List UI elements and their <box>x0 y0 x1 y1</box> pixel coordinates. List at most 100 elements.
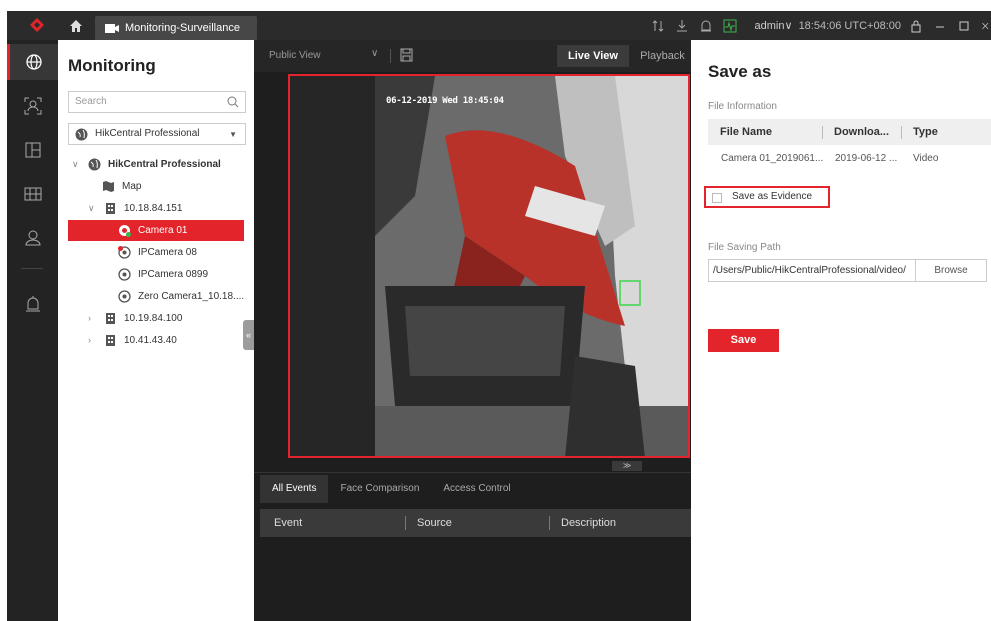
globe-icon <box>26 54 42 70</box>
user-name: admin <box>754 20 785 32</box>
tree-node-area-2[interactable]: › 10.19.84.100 <box>72 308 252 329</box>
close-icon[interactable] <box>981 19 991 33</box>
tab-face-comparison[interactable]: Face Comparison <box>328 475 431 503</box>
rail-item-grid[interactable] <box>7 176 58 212</box>
tree-node-area-3[interactable]: › 10.41.43.40 <box>72 330 252 351</box>
file-table-row[interactable]: Camera 01_2019061... 2019-06-12 ... Vide… <box>708 147 991 171</box>
expand-events-button[interactable]: ≫ <box>612 461 642 471</box>
rail-item-layout[interactable] <box>7 132 58 168</box>
tree-node-label: 10.41.43.40 <box>124 335 177 346</box>
saving-path-field[interactable]: /Users/Public/HikCentralProfessional/vid… <box>708 259 915 282</box>
chevron-down-icon[interactable]: ∨ <box>88 198 98 219</box>
browse-button[interactable]: Browse <box>915 259 987 282</box>
column-header-source[interactable]: Source <box>417 509 452 537</box>
save-view-icon[interactable] <box>400 48 413 62</box>
file-information-label: File Information <box>708 101 777 112</box>
chevron-down-icon: ▼ <box>229 130 237 139</box>
building-icon <box>106 203 115 214</box>
alarm-bell-icon[interactable] <box>699 19 713 33</box>
chevron-down-icon[interactable]: ∨ <box>72 154 82 175</box>
user-menu[interactable]: admin∨ <box>755 19 793 32</box>
view-selector[interactable]: Public View <box>269 50 321 61</box>
camera-icon <box>118 246 131 259</box>
tree-node-label: Map <box>122 181 142 192</box>
download-icon[interactable] <box>675 19 689 33</box>
tree-node-label: IPCamera 08 <box>138 247 197 258</box>
rail-item-face[interactable] <box>7 88 58 124</box>
user-caret: ∨ <box>784 20 793 32</box>
events-table-header: Event Source Description <box>260 509 691 537</box>
search-input[interactable]: Search <box>68 91 246 113</box>
title-bar: Monitoring-Surveillance admin∨ 18:54:06 … <box>7 11 991 40</box>
camera-video-feed <box>375 76 688 456</box>
lock-icon[interactable] <box>909 19 923 33</box>
tab-monitoring-surveillance[interactable]: Monitoring-Surveillance <box>95 16 257 40</box>
search-icon[interactable] <box>227 96 239 108</box>
chevron-right-icon[interactable]: › <box>88 330 98 351</box>
chevron-down-icon[interactable]: ∨ <box>371 48 378 59</box>
tab-all-events[interactable]: All Events <box>260 475 329 503</box>
column-header-file-name[interactable]: File Name <box>720 119 772 145</box>
tree-node-label: 10.18.84.151 <box>124 203 183 214</box>
tree-node-camera-01[interactable]: Camera 01 <box>68 220 244 241</box>
file-name-cell: Camera 01_2019061... <box>721 153 824 164</box>
save-button[interactable]: Save <box>708 329 779 352</box>
column-header-download[interactable]: Downloa... <box>834 119 889 145</box>
site-selector-value: HikCentral Professional <box>95 128 200 139</box>
home-icon[interactable] <box>69 19 83 33</box>
tree-node-label: Camera 01 <box>138 225 188 236</box>
save-as-evidence-checkbox[interactable] <box>712 193 722 203</box>
transfer-icon[interactable] <box>651 19 665 33</box>
tree-node-map[interactable]: Map <box>72 176 252 197</box>
chevron-down-icon: ≫ <box>622 461 632 470</box>
save-as-evidence-option[interactable]: Save as Evidence <box>704 186 830 208</box>
collapse-panel-button[interactable]: « <box>243 320 254 350</box>
camera-icon <box>119 225 131 237</box>
file-saving-path-label: File Saving Path <box>708 242 781 253</box>
chevron-right-icon[interactable]: › <box>88 308 98 329</box>
tree-node-ipcamera-0899[interactable]: IPCamera 0899 <box>72 264 252 285</box>
maximize-icon[interactable] <box>957 19 971 33</box>
tree-node-label: Zero Camera1_10.18.... <box>138 291 245 302</box>
tab-label: Monitoring-Surveillance <box>125 22 240 34</box>
file-download-cell: 2019-06-12 ... <box>835 153 898 164</box>
file-type-cell: Video <box>913 153 939 164</box>
camera-icon <box>118 290 131 303</box>
tab-access-control[interactable]: Access Control <box>431 475 522 503</box>
column-header-description[interactable]: Description <box>561 509 616 537</box>
column-header-type[interactable]: Type <box>913 119 938 145</box>
resource-panel: Monitoring Search HikCentral Professiona… <box>58 40 254 621</box>
tree-node-area-1[interactable]: ∨ 10.18.84.151 <box>72 198 252 219</box>
tree-node-label: IPCamera 0899 <box>138 269 209 280</box>
app-logo-icon <box>30 18 44 32</box>
live-view-toolbar: Public View ∨ Live View Playback <box>254 40 691 72</box>
building-icon <box>106 313 115 324</box>
tree-node-ipcamera-08[interactable]: IPCamera 08 <box>72 242 252 263</box>
tree-node-zero-camera[interactable]: Zero Camera1_10.18.... <box>72 286 252 307</box>
tree-node-label: 10.19.84.100 <box>124 313 183 324</box>
save-as-dialog: Save as File Information File Name Downl… <box>691 40 991 621</box>
person-icon <box>24 230 41 246</box>
health-monitor-icon[interactable] <box>723 19 737 33</box>
search-placeholder: Search <box>75 96 107 107</box>
site-selector[interactable]: HikCentral Professional ▼ <box>68 123 246 145</box>
minimize-icon[interactable] <box>933 19 947 33</box>
globe-icon <box>88 158 101 171</box>
tree-node-label: HikCentral Professional <box>108 159 221 170</box>
globe-icon <box>75 128 88 141</box>
column-header-event[interactable]: Event <box>274 509 302 537</box>
rail-item-monitoring[interactable] <box>7 44 58 80</box>
dialog-title: Save as <box>708 62 772 81</box>
tree-node-root[interactable]: ∨ HikCentral Professional <box>72 154 252 175</box>
live-view-area: Public View ∨ Live View Playback 06-12-2… <box>254 40 691 621</box>
events-tabs: All Events Face Comparison Access Contro… <box>260 475 523 503</box>
tab-live-view[interactable]: Live View <box>557 45 629 67</box>
camera-window[interactable]: 06-12-2019 Wed 18:45:04 <box>288 74 690 458</box>
rail-item-alarm[interactable] <box>7 286 58 322</box>
module-rail <box>7 40 58 621</box>
layout-icon <box>25 142 40 158</box>
rail-item-person[interactable] <box>7 220 58 256</box>
tab-playback[interactable]: Playback <box>634 45 691 67</box>
events-panel: All Events Face Comparison Access Contro… <box>254 472 691 621</box>
panel-title: Monitoring <box>68 56 156 75</box>
